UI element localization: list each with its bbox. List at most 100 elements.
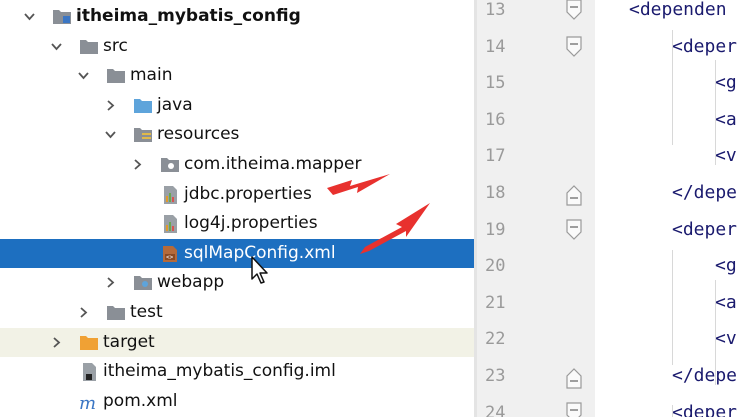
tree-row-label: pom.xml [103, 391, 178, 411]
code-text: <dependen [629, 0, 727, 20]
tree-row[interactable]: test [0, 298, 474, 327]
tree-row-label: src [103, 36, 128, 56]
resources-folder-icon [133, 125, 153, 143]
fold-marker-icon[interactable] [565, 0, 583, 28]
indent-guide [672, 405, 673, 417]
line-number: 21 [485, 293, 506, 313]
excluded-folder-icon [79, 333, 99, 351]
code-text: <v [715, 145, 737, 166]
tree-row[interactable]: target [0, 328, 474, 357]
tree-row-label: main [130, 65, 173, 85]
line-number: 17 [485, 146, 506, 166]
code-line[interactable]: 19 <deper [477, 216, 743, 252]
project-tree: itheima_mybatis_configsrc main java resourc… [0, 0, 474, 417]
indent-guide [672, 250, 673, 365]
line-number: 13 [485, 0, 506, 20]
fold-marker-icon[interactable] [565, 35, 583, 65]
code-text: <a [715, 109, 737, 130]
xml-file-icon: <> [160, 244, 180, 262]
tree-row[interactable]: itheima_mybatis_config [0, 2, 474, 31]
tree-row[interactable]: java [0, 91, 474, 120]
tree-row-label: itheima_mybatis_config [76, 6, 301, 26]
code-text: <g [715, 72, 737, 93]
tree-row[interactable]: <> sqlMapConfig.xml [0, 239, 474, 268]
tree-row[interactable]: com.itheima.mapper [0, 150, 474, 179]
code-text: <deper [672, 36, 738, 57]
code-line[interactable]: 22 <v [477, 325, 743, 361]
tree-row[interactable]: resources [0, 120, 474, 149]
tree-row[interactable]: webapp [0, 268, 474, 297]
code-line[interactable]: 21 <a [477, 289, 743, 325]
chevron-right-icon[interactable] [105, 277, 116, 288]
maven-file-icon: m [79, 392, 99, 412]
code-text: <deper [672, 402, 738, 417]
web-folder-icon [133, 273, 153, 291]
tree-row-label: resources [157, 124, 240, 144]
module-folder-icon [52, 7, 72, 25]
chevron-right-icon[interactable] [132, 159, 143, 170]
folder-icon [106, 66, 126, 84]
tree-row[interactable]: jdbc.properties [0, 180, 474, 209]
fold-marker-icon[interactable] [565, 218, 583, 248]
fold-marker-icon[interactable] [565, 401, 583, 417]
tree-row-label: jdbc.properties [184, 184, 312, 204]
tree-row[interactable]: src [0, 32, 474, 61]
tree-row-label: webapp [157, 272, 225, 292]
svg-text:m: m [79, 393, 96, 412]
tree-row[interactable]: main [0, 61, 474, 90]
fold-marker-icon[interactable] [565, 181, 583, 211]
code-line[interactable]: 18 </depe [477, 179, 743, 215]
code-text: <deper [672, 219, 738, 240]
code-line[interactable]: 13 <dependen [477, 0, 743, 32]
chevron-right-icon[interactable] [105, 100, 116, 111]
tree-row-label: itheima_mybatis_config.iml [103, 361, 336, 381]
code-line[interactable]: 14 <deper [477, 33, 743, 69]
code-editor: 13 <dependen 14 <deper 15 <g 16 <a 17 <v 18 </depe 1… [474, 0, 743, 417]
code-text: </depe [672, 182, 738, 203]
line-number: 16 [485, 110, 506, 130]
line-number: 20 [485, 256, 506, 276]
indent-guide [715, 280, 716, 385]
chevron-down-icon[interactable] [51, 41, 62, 52]
folder-icon [106, 303, 126, 321]
chevron-down-icon[interactable] [105, 129, 116, 140]
tree-row[interactable]: itheima_mybatis_config.iml [0, 357, 474, 386]
indent-guide [715, 60, 716, 165]
tree-row-label: test [130, 302, 163, 322]
properties-file-icon [160, 185, 180, 204]
chevron-down-icon[interactable] [78, 70, 89, 81]
tree-row-label: log4j.properties [184, 213, 318, 233]
mouse-cursor [250, 256, 270, 290]
line-number: 18 [485, 183, 506, 203]
code-line[interactable]: 15 <g [477, 69, 743, 105]
cursor-icon [251, 256, 268, 284]
line-number: 14 [485, 37, 506, 57]
code-line[interactable]: 24 <deper [477, 399, 743, 417]
code-line[interactable]: 16 <a [477, 106, 743, 142]
chevron-down-icon[interactable] [24, 11, 35, 22]
chevron-right-icon[interactable] [78, 307, 89, 318]
indent-guide [672, 30, 673, 145]
line-number: 23 [485, 366, 506, 386]
tree-row[interactable]: log4j.properties [0, 209, 474, 238]
chevron-right-icon[interactable] [51, 337, 62, 348]
code-line[interactable]: 23 </depe [477, 362, 743, 398]
line-number: 15 [485, 73, 506, 93]
fold-marker-icon[interactable] [565, 364, 583, 394]
folder-icon [79, 37, 99, 55]
line-number: 19 [485, 220, 506, 240]
code-text: <v [715, 328, 737, 349]
tree-row-label: java [157, 95, 193, 115]
code-text: <g [715, 255, 737, 276]
package-folder-icon [160, 155, 180, 173]
code-text: <a [715, 292, 737, 313]
code-line[interactable]: 17 <v [477, 142, 743, 178]
properties-file-icon [160, 214, 180, 233]
code-line[interactable]: 20 <g [477, 252, 743, 288]
tree-row-label: target [103, 332, 155, 352]
iml-file-icon [79, 362, 99, 381]
line-number: 24 [485, 403, 506, 417]
line-number: 22 [485, 329, 506, 349]
tree-row[interactable]: m pom.xml [0, 387, 474, 416]
svg-text:<>: <> [166, 254, 174, 261]
